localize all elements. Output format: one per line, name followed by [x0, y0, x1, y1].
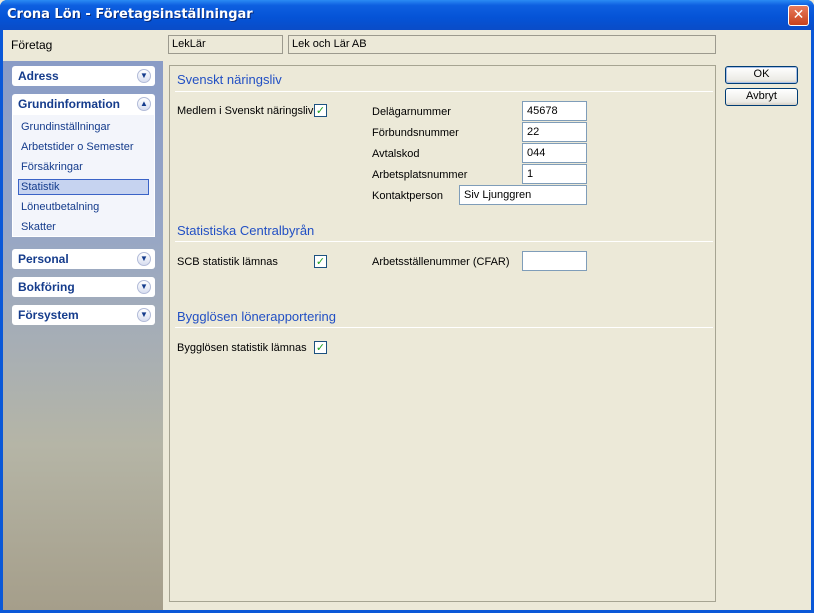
- sidebar-item-arbetstider[interactable]: Arbetstider o Semester: [19, 140, 136, 156]
- field-label-forbundsnummer: Förbundsnummer: [372, 127, 459, 139]
- forbundsnummer-input[interactable]: 22: [522, 122, 587, 142]
- close-icon: ✕: [792, 7, 805, 23]
- window-title: Crona Lön - Företagsinställningar: [7, 7, 253, 22]
- sidebar-group-adress[interactable]: Adress ▼: [12, 66, 155, 86]
- sidebar-item-forsakringar[interactable]: Försäkringar: [19, 160, 85, 176]
- bygg-checkbox[interactable]: ✓: [314, 341, 327, 354]
- member-label: Medlem i Svenskt näringsliv: [177, 105, 314, 117]
- chevron-up-icon[interactable]: ▲: [137, 97, 151, 111]
- check-icon: ✓: [315, 255, 326, 268]
- app-window: Crona Lön - Företagsinställningar ✕ Före…: [0, 0, 814, 613]
- group-label: Grundinformation: [18, 97, 120, 111]
- chevron-down-icon[interactable]: ▼: [137, 308, 151, 322]
- section-title-bygg: Bygglösen lönerapportering: [177, 309, 336, 324]
- section-divider: [175, 241, 713, 242]
- group-label: Försystem: [18, 308, 79, 322]
- company-label: Företag: [11, 38, 53, 52]
- company-name-field: Lek och Lär AB: [288, 35, 716, 54]
- section-divider: [175, 91, 713, 92]
- sidebar-item-loneutbetalning[interactable]: Löneutbetalning: [19, 200, 101, 216]
- scb-label: SCB statistik lämnas: [177, 256, 278, 268]
- field-label-avtalskod: Avtalskod: [372, 148, 420, 160]
- sidebar-group-body: Grundinställningar Arbetstider o Semeste…: [12, 114, 155, 237]
- sidebar-item-statistik[interactable]: Statistik: [18, 179, 149, 195]
- field-label-cfar: Arbetsställenummer (CFAR): [372, 256, 510, 268]
- sidebar-group-personal[interactable]: Personal ▼: [12, 249, 155, 269]
- avtalskod-input[interactable]: 044: [522, 143, 587, 163]
- chevron-down-icon[interactable]: ▼: [137, 252, 151, 266]
- title-bar[interactable]: Crona Lön - Företagsinställningar ✕: [0, 0, 814, 30]
- ok-button[interactable]: OK: [725, 66, 798, 84]
- field-label-delagarnummer: Delägarnummer: [372, 106, 451, 118]
- kontaktperson-input[interactable]: Siv Ljunggren: [459, 185, 587, 205]
- company-code-field: LekLär: [168, 35, 283, 54]
- chevron-down-icon[interactable]: ▼: [137, 280, 151, 294]
- sidebar-item-skatter[interactable]: Skatter: [19, 220, 58, 236]
- cancel-button[interactable]: Avbryt: [725, 88, 798, 106]
- section-title-scb: Statistiska Centralbyrån: [177, 223, 315, 238]
- field-label-kontaktperson: Kontaktperson: [372, 190, 443, 202]
- section-title-naringsliv: Svenskt näringsliv: [177, 72, 282, 87]
- group-label: Bokföring: [18, 280, 75, 294]
- sidebar-item-grundinstallningar[interactable]: Grundinställningar: [19, 120, 112, 136]
- company-bar: Företag LekLär Lek och Lär AB: [3, 30, 811, 57]
- arbetsplatsnummer-input[interactable]: 1: [522, 164, 587, 184]
- scb-checkbox[interactable]: ✓: [314, 255, 327, 268]
- check-icon: ✓: [315, 341, 326, 354]
- sidebar-group-forsystem[interactable]: Försystem ▼: [12, 305, 155, 325]
- field-label-arbetsplatsnummer: Arbetsplatsnummer: [372, 169, 468, 181]
- cfar-input[interactable]: [522, 251, 587, 271]
- sidebar-group-grundinformation[interactable]: Grundinformation ▲: [12, 94, 155, 114]
- member-checkbox[interactable]: ✓: [314, 104, 327, 117]
- sidebar: Adress ▼ Grundinformation ▲ Grundinställ…: [3, 61, 163, 610]
- chevron-down-icon[interactable]: ▼: [137, 69, 151, 83]
- group-label: Adress: [18, 69, 59, 83]
- bygg-label: Bygglösen statistik lämnas: [177, 342, 307, 354]
- sidebar-group-bokforing[interactable]: Bokföring ▼: [12, 277, 155, 297]
- section-divider: [175, 327, 713, 328]
- client-area: Företag LekLär Lek och Lär AB Adress ▼ G…: [3, 30, 811, 610]
- close-button[interactable]: ✕: [788, 5, 809, 26]
- check-icon: ✓: [315, 104, 326, 117]
- settings-panel: Svenskt näringsliv Medlem i Svenskt näri…: [169, 65, 716, 602]
- delagarnummer-input[interactable]: 45678: [522, 101, 587, 121]
- group-label: Personal: [18, 252, 69, 266]
